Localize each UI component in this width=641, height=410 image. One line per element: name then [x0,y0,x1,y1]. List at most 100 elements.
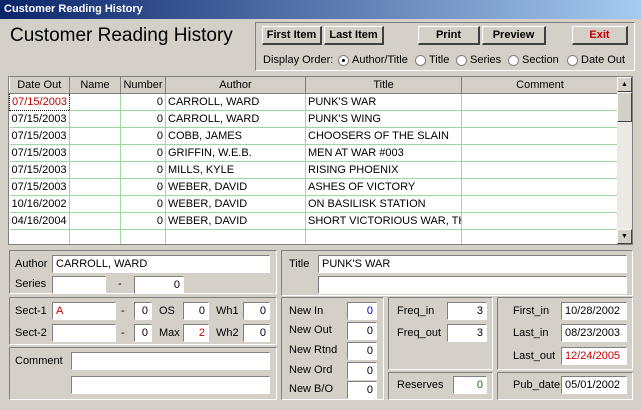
table-row[interactable]: 07/15/2003 0 MILLS, KYLE RISING PHOENIX [9,161,619,179]
cell-title[interactable]: ON BASILISK STATION [305,195,462,213]
cell-date-out[interactable]: 04/16/2004 [9,212,70,230]
last-out-field[interactable]: 12/24/2005 [561,347,627,365]
col-comment[interactable]: Comment [461,77,619,94]
cell-author[interactable]: WEBER, DAVID [165,195,306,213]
freq-in-field[interactable]: 3 [447,302,487,320]
last-in-field[interactable]: 08/23/2003 [561,324,627,342]
pub-date-field[interactable]: 05/01/2002 [561,376,627,394]
cell-comment[interactable] [461,144,619,162]
wh2-field[interactable]: 0 [243,324,270,342]
cell-empty[interactable] [305,229,462,244]
cell-title[interactable]: SHORT VICTORIOUS WAR, THE [305,212,462,230]
cell-date-out[interactable]: 07/15/2003 [9,144,70,162]
cell-author[interactable]: CARROLL, WARD [165,93,306,111]
cell-date-out[interactable]: 07/15/2003 [9,127,70,145]
table-row[interactable]: 04/16/2004 0 WEBER, DAVID SHORT VICTORIO… [9,212,619,230]
cell-author[interactable]: WEBER, DAVID [165,212,306,230]
cell-empty[interactable] [120,229,166,244]
cell-number[interactable]: 0 [120,212,166,230]
title-field-2[interactable] [318,276,627,294]
cell-number[interactable]: 0 [120,195,166,213]
max-field[interactable]: 2 [183,324,209,342]
sect2-number-field[interactable]: 0 [134,324,152,342]
freq-out-field[interactable]: 3 [447,324,487,342]
cell-comment[interactable] [461,178,619,196]
col-name[interactable]: Name [69,77,121,94]
cell-name[interactable] [69,161,121,179]
cell-date-out[interactable]: 10/16/2002 [9,195,70,213]
cell-comment[interactable] [461,127,619,145]
os-field[interactable]: 0 [183,302,209,320]
cell-date-out[interactable]: 07/15/2003 [9,110,70,128]
scroll-down-icon[interactable]: ▼ [617,229,632,244]
cell-number[interactable]: 0 [120,127,166,145]
cell-date-out[interactable]: 07/15/2003 [9,92,70,111]
cell-number[interactable]: 0 [120,110,166,128]
cell-title[interactable]: PUNK'S WAR [305,93,462,111]
author-field[interactable]: CARROLL, WARD [52,255,270,273]
title-field[interactable]: PUNK'S WAR [318,255,627,273]
cell-author[interactable]: COBB, JAMES [165,127,306,145]
comment-field-2[interactable] [71,376,270,394]
radio-section[interactable] [508,55,519,66]
table-row[interactable]: 07/15/2003 0 CARROLL, WARD PUNK'S WING [9,110,619,128]
col-author[interactable]: Author [165,77,306,94]
cell-empty[interactable] [9,229,70,244]
print-button[interactable]: Print [418,26,480,45]
cell-comment[interactable] [461,212,619,230]
scroll-thumb[interactable] [617,92,632,122]
radio-series[interactable] [456,55,467,66]
comment-field-1[interactable] [71,352,270,370]
radio-date-out[interactable] [567,55,578,66]
radio-author-title[interactable] [338,55,349,66]
new-ord-field[interactable]: 0 [347,362,377,380]
cell-author[interactable]: CARROLL, WARD [165,110,306,128]
table-row[interactable]: 07/15/2003 0 GRIFFIN, W.E.B. MEN AT WAR … [9,144,619,162]
table-row[interactable]: 10/16/2002 0 WEBER, DAVID ON BASILISK ST… [9,195,619,213]
cell-title[interactable]: ASHES OF VICTORY [305,178,462,196]
cell-empty[interactable] [69,229,121,244]
col-title[interactable]: Title [305,77,462,94]
history-grid[interactable]: Date Out Name Number Author Title Commen… [8,76,633,245]
cell-name[interactable] [69,144,121,162]
table-row[interactable]: 07/15/2003 0 COBB, JAMES CHOOSERS OF THE… [9,127,619,145]
cell-name[interactable] [69,110,121,128]
cell-comment[interactable] [461,195,619,213]
cell-empty[interactable] [461,229,619,244]
col-number[interactable]: Number [120,77,166,94]
cell-title[interactable]: MEN AT WAR #003 [305,144,462,162]
cell-date-out[interactable]: 07/15/2003 [9,178,70,196]
exit-button[interactable]: Exit [572,26,628,45]
cell-title[interactable]: PUNK'S WING [305,110,462,128]
wh1-field[interactable]: 0 [243,302,270,320]
series-field[interactable] [52,276,106,294]
new-rtnd-field[interactable]: 0 [347,342,377,360]
scroll-up-icon[interactable]: ▲ [617,77,632,92]
cell-author[interactable]: WEBER, DAVID [165,178,306,196]
cell-name[interactable] [69,178,121,196]
cell-comment[interactable] [461,93,619,111]
cell-comment[interactable] [461,161,619,179]
cell-name[interactable] [69,195,121,213]
reserves-field[interactable]: 0 [453,376,487,394]
table-row[interactable]: 07/15/2003 0 WEBER, DAVID ASHES OF VICTO… [9,178,619,196]
table-row-empty[interactable] [9,229,619,244]
first-in-field[interactable]: 10/28/2002 [561,302,627,320]
cell-comment[interactable] [461,110,619,128]
table-row[interactable]: 07/15/2003 0 CARROLL, WARD PUNK'S WAR [9,92,619,111]
cell-empty[interactable] [165,229,306,244]
sect1-field[interactable]: A [52,302,116,320]
cell-number[interactable]: 0 [120,161,166,179]
sect2-field[interactable] [52,324,116,342]
cell-name[interactable] [69,93,121,111]
cell-name[interactable] [69,127,121,145]
cell-title[interactable]: CHOOSERS OF THE SLAIN [305,127,462,145]
new-bo-field[interactable]: 0 [347,381,377,399]
cell-name[interactable] [69,212,121,230]
col-date-out[interactable]: Date Out [9,77,70,94]
sect1-number-field[interactable]: 0 [134,302,152,320]
cell-number[interactable]: 0 [120,144,166,162]
preview-button[interactable]: Preview [482,26,546,45]
cell-author[interactable]: MILLS, KYLE [165,161,306,179]
cell-date-out[interactable]: 07/15/2003 [9,161,70,179]
